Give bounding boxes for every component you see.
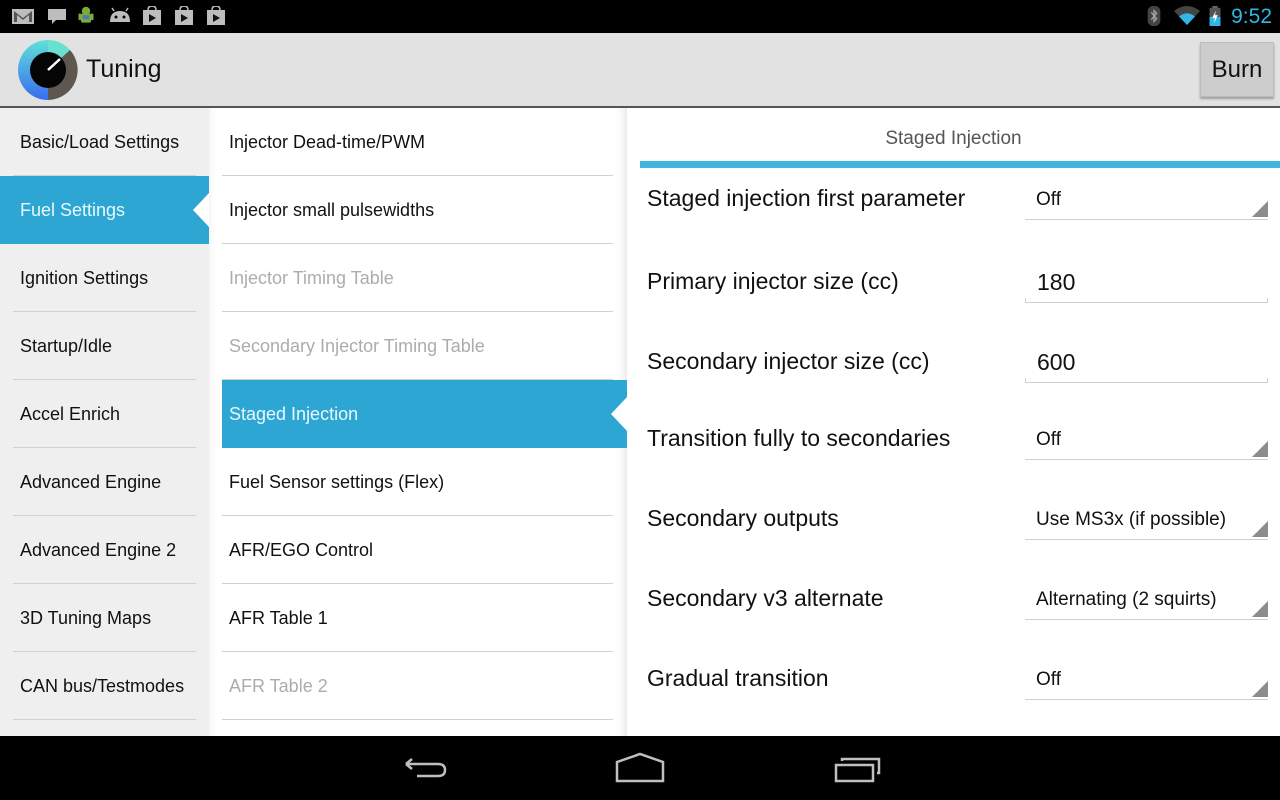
category-label: 3D Tuning Maps xyxy=(20,607,152,628)
dropdown-spinner[interactable]: Off xyxy=(1025,180,1268,220)
subcategory-item[interactable]: Injector Dead-time/PWM xyxy=(222,108,627,176)
status-bar: 9:52 xyxy=(0,0,1280,33)
field-value: Off xyxy=(1036,668,1061,690)
dropdown-arrow-icon xyxy=(1252,601,1268,617)
back-icon[interactable] xyxy=(394,750,454,786)
wifi-icon xyxy=(1174,6,1200,25)
recent-apps-icon[interactable] xyxy=(828,750,888,786)
dropdown-spinner[interactable]: Off xyxy=(1025,660,1268,700)
category-item[interactable]: 3D Tuning Maps xyxy=(0,584,209,652)
dropdown-spinner[interactable]: Off xyxy=(1025,420,1268,460)
category-label: Advanced Engine xyxy=(20,471,162,492)
category-label: Basic/Load Settings xyxy=(20,131,180,152)
battery-charging-icon xyxy=(1209,6,1221,26)
panel-title: Staged Injection xyxy=(885,128,1022,149)
subcategory-label: Injector Dead-time/PWM xyxy=(229,131,426,152)
field-label: Secondary v3 alternate xyxy=(647,585,884,611)
clock: 9:52 xyxy=(1231,5,1272,28)
settings-panel: Staged Injection Staged injection first … xyxy=(627,108,1280,736)
subcategory-item: Injector Timing Table xyxy=(222,244,627,312)
play-store-icon xyxy=(143,6,161,25)
subcategory-label: Secondary Injector Timing Table xyxy=(229,335,485,356)
field-value: 180 xyxy=(1037,269,1076,295)
dropdown-arrow-icon xyxy=(1252,201,1268,217)
subcategory-item[interactable]: Staged Injection xyxy=(222,380,627,448)
number-input[interactable]: 180 xyxy=(1025,263,1268,303)
dropdown-arrow-icon xyxy=(1252,681,1268,697)
home-icon[interactable] xyxy=(610,750,670,786)
message-icon xyxy=(48,9,66,24)
field-value: Alternating (2 squirts) xyxy=(1036,588,1217,610)
category-item[interactable]: Ignition Settings xyxy=(0,244,209,312)
field-value: Off xyxy=(1036,428,1061,450)
navigation-bar xyxy=(0,736,1280,800)
category-label: Fuel Settings xyxy=(20,199,126,220)
subcategory-label: Injector Timing Table xyxy=(229,267,394,288)
subcategory-label: AFR/EGO Control xyxy=(229,539,374,560)
subcategory-label: AFR Table 2 xyxy=(229,675,328,696)
subcategory-item[interactable]: Injector small pulsewidths xyxy=(222,176,627,244)
field-value: Off xyxy=(1036,188,1061,210)
subcategory-item: Secondary Injector Timing Table xyxy=(222,312,627,380)
android-debug-icon xyxy=(78,6,94,23)
subcategory-item[interactable]: Fuel Sensor settings (Flex) xyxy=(222,448,627,516)
field-value: 600 xyxy=(1037,349,1076,375)
action-bar: Tuning Burn xyxy=(0,33,1280,108)
subcategory-item[interactable]: AFR Table 1 xyxy=(222,584,627,652)
category-label: Startup/Idle xyxy=(20,335,113,356)
selection-indicator-icon xyxy=(193,193,209,227)
content-area: Basic/Load Settings Fuel Settings Ignition… xyxy=(0,108,1280,736)
field-label: Secondary outputs xyxy=(647,505,839,531)
play-store-icon xyxy=(175,6,193,25)
subcategory-list: Injector Dead-time/PWM Injector small pul… xyxy=(209,108,627,736)
category-label: Accel Enrich xyxy=(20,403,121,424)
dropdown-spinner[interactable]: Use MS3x (if possible) xyxy=(1025,500,1268,540)
category-label: Ignition Settings xyxy=(20,267,149,288)
category-item[interactable]: Accel Enrich xyxy=(0,380,209,448)
category-label: CAN bus/Testmodes xyxy=(20,675,185,696)
field-label: Primary injector size (cc) xyxy=(647,268,899,294)
field-value: Use MS3x (if possible) xyxy=(1036,508,1227,530)
divider xyxy=(13,719,196,720)
field-label: Transition fully to secondaries xyxy=(647,425,951,451)
category-item[interactable]: Basic/Load Settings xyxy=(0,108,209,176)
category-item[interactable]: Startup/Idle xyxy=(0,312,209,380)
category-item[interactable]: Advanced Engine xyxy=(0,448,209,516)
number-input[interactable]: 600 xyxy=(1025,343,1268,383)
play-store-icon xyxy=(207,6,225,25)
category-item[interactable]: CAN bus/Testmodes xyxy=(0,652,209,720)
dropdown-arrow-icon xyxy=(1252,441,1268,457)
burn-button[interactable]: Burn xyxy=(1200,42,1274,97)
subcategory-label: Staged Injection xyxy=(229,403,359,424)
selection-indicator-icon xyxy=(611,397,627,431)
android-icon xyxy=(110,7,130,22)
dropdown-arrow-icon xyxy=(1252,521,1268,537)
divider xyxy=(222,719,613,720)
category-label: Advanced Engine 2 xyxy=(20,539,177,560)
subcategory-label: Injector small pulsewidths xyxy=(229,199,435,220)
field-label: Secondary injector size (cc) xyxy=(647,348,930,374)
field-label: Gradual transition xyxy=(647,665,829,691)
field-label: Staged injection first parameter xyxy=(647,185,966,211)
subcategory-label: Fuel Sensor settings (Flex) xyxy=(229,471,445,492)
gmail-icon xyxy=(12,9,34,24)
category-list: Basic/Load Settings Fuel Settings Ignition… xyxy=(0,108,209,736)
subcategory-item[interactable]: AFR/EGO Control xyxy=(222,516,627,584)
bluetooth-icon xyxy=(1147,6,1161,26)
category-item[interactable]: Fuel Settings xyxy=(0,176,209,244)
subcategory-label: AFR Table 1 xyxy=(229,607,328,628)
panel-title-underline xyxy=(640,161,1280,168)
app-logo-icon[interactable] xyxy=(18,40,78,100)
dropdown-spinner[interactable]: Alternating (2 squirts) xyxy=(1025,580,1268,620)
category-item[interactable]: Advanced Engine 2 xyxy=(0,516,209,584)
subcategory-item: AFR Table 2 xyxy=(222,652,627,720)
app-title: Tuning xyxy=(86,55,162,83)
